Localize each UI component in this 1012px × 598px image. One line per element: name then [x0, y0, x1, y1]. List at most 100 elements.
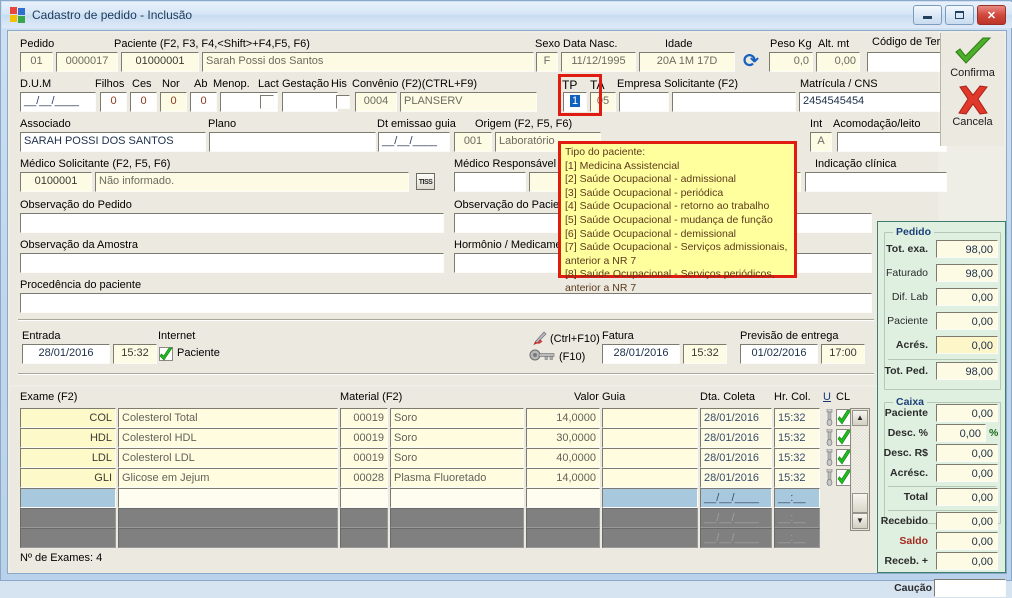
acres-value[interactable]: 0,00: [936, 336, 998, 354]
exam-cell-hora[interactable]: __:__: [774, 488, 820, 508]
pedido-serie-field[interactable]: 01: [20, 52, 53, 72]
entrada-hora-field[interactable]: 15:32: [113, 344, 157, 364]
refresh-icon[interactable]: ⟳: [743, 52, 759, 71]
plano-field[interactable]: [209, 132, 376, 152]
previsao-data-field[interactable]: 01/02/2016: [740, 344, 818, 364]
exam-cell-mat_code[interactable]: 00028: [340, 468, 388, 488]
entrada-data-field[interactable]: 28/01/2016: [22, 344, 110, 364]
sexo-field[interactable]: F: [536, 52, 558, 72]
exam-cell-guia[interactable]: [602, 468, 698, 488]
minimize-button[interactable]: [913, 5, 942, 25]
exam-cell-valor[interactable]: 30,0000: [526, 428, 600, 448]
desc-pct-value[interactable]: 0,00: [936, 424, 986, 442]
green-check-icon-internet[interactable]: [159, 347, 173, 361]
exam-cell-valor[interactable]: 14,0000: [526, 408, 600, 428]
close-button[interactable]: ✕: [977, 5, 1006, 25]
exam-cell-hora[interactable]: 15:32: [774, 428, 820, 448]
tp-field[interactable]: 1: [563, 92, 587, 112]
exam-cell-guia[interactable]: [602, 508, 698, 528]
exam-cell-exame[interactable]: Colesterol LDL: [118, 448, 338, 468]
exam-cell-code[interactable]: COL: [20, 408, 116, 428]
exam-cell-data[interactable]: __/__/____: [700, 508, 772, 528]
exam-cell-data[interactable]: 28/01/2016: [700, 468, 772, 488]
data-nascimento-field[interactable]: 11/12/1995: [561, 52, 636, 72]
scroll-up-icon[interactable]: ▲: [852, 410, 868, 426]
exam-cell-valor[interactable]: 14,0000: [526, 468, 600, 488]
exam-cell-valor[interactable]: [526, 508, 600, 528]
idade-field[interactable]: 20A 1M 17D: [639, 52, 735, 72]
tube-icon[interactable]: [824, 468, 836, 487]
exam-cell-code[interactable]: [20, 488, 116, 508]
exam-cell-mat_code[interactable]: 00019: [340, 428, 388, 448]
exam-cell-mat_code[interactable]: [340, 508, 388, 528]
pipette-icon[interactable]: [531, 331, 547, 349]
exam-cell-code[interactable]: HDL: [20, 428, 116, 448]
obs-amostra-field[interactable]: [20, 253, 444, 273]
tube-icon[interactable]: [824, 428, 836, 447]
paciente-nome-field[interactable]: Sarah Possi dos Santos: [202, 52, 534, 72]
convenio-codigo-field[interactable]: 0004: [355, 92, 397, 112]
saldo-value[interactable]: 0,00: [936, 532, 998, 550]
indicacao-clinica-field[interactable]: [805, 172, 947, 192]
exam-cell-mat_code[interactable]: [340, 488, 388, 508]
exam-cell-material[interactable]: Plasma Fluoretado: [390, 468, 524, 488]
exam-grid-scrollbar[interactable]: ▲ ▼: [850, 408, 870, 531]
ta-field[interactable]: 05: [590, 92, 616, 112]
fatura-data-field[interactable]: 28/01/2016: [602, 344, 680, 364]
scroll-down-icon[interactable]: ▼: [852, 513, 868, 529]
exam-cell-exame[interactable]: [118, 528, 338, 548]
tube-icon[interactable]: [824, 448, 836, 467]
peso-field[interactable]: 0,0: [769, 52, 813, 72]
exam-cell-code[interactable]: LDL: [20, 448, 116, 468]
exam-cell-hora[interactable]: 15:32: [774, 468, 820, 488]
gestacao-field[interactable]: [282, 92, 338, 112]
desc-rs-value[interactable]: 0,00: [936, 444, 998, 462]
exam-cell-mat_code[interactable]: [340, 528, 388, 548]
his-checkbox[interactable]: [336, 95, 350, 109]
tube-icon[interactable]: [824, 408, 836, 427]
exam-cell-guia[interactable]: [602, 528, 698, 548]
medico-solicitante-nome-field[interactable]: Não informado.: [95, 172, 409, 192]
exam-cell-data[interactable]: __/__/____: [700, 488, 772, 508]
exam-cell-mat_code[interactable]: 00019: [340, 408, 388, 428]
filhos-field[interactable]: 0: [100, 92, 127, 112]
paciente-codigo-field[interactable]: 01000001: [121, 52, 199, 72]
exam-cell-exame[interactable]: Colesterol HDL: [118, 428, 338, 448]
exam-cell-material[interactable]: [390, 508, 524, 528]
exam-cell-material[interactable]: Soro: [390, 428, 524, 448]
acresc-value[interactable]: 0,00: [936, 464, 998, 482]
obs-pedido-field[interactable]: [20, 213, 444, 233]
exam-cell-exame[interactable]: Glicose em Jejum: [118, 468, 338, 488]
exam-cell-material[interactable]: Soro: [390, 408, 524, 428]
codigo-terceiros-field[interactable]: [867, 52, 947, 72]
tot-ped-value[interactable]: 98,00: [936, 362, 998, 380]
exam-cell-hora[interactable]: 15:32: [774, 448, 820, 468]
maximize-button[interactable]: [945, 5, 974, 25]
exam-cell-exame[interactable]: Colesterol Total: [118, 408, 338, 428]
exam-cell-material[interactable]: Soro: [390, 448, 524, 468]
exam-cell-code[interactable]: [20, 528, 116, 548]
previsao-hora-field[interactable]: 17:00: [821, 344, 865, 364]
confirma-button[interactable]: Confirma: [941, 36, 1004, 79]
paciente-pedido-value[interactable]: 0,00: [936, 312, 998, 330]
exam-cell-data[interactable]: 28/01/2016: [700, 428, 772, 448]
exam-cell-mat_code[interactable]: 00019: [340, 448, 388, 468]
total-value[interactable]: 0,00: [936, 488, 998, 506]
exam-cell-code[interactable]: [20, 508, 116, 528]
receb-mais-value[interactable]: 0,00: [936, 552, 998, 570]
empresa-nome-field[interactable]: [672, 92, 796, 112]
exam-cell-exame[interactable]: [118, 488, 338, 508]
medico-solicitante-codigo-field[interactable]: 0100001: [20, 172, 92, 192]
caixa-paciente-value[interactable]: 0,00: [936, 404, 998, 422]
caucao-field[interactable]: [934, 579, 1006, 597]
tiss-badge-icon[interactable]: TISS: [416, 173, 435, 190]
exam-cell-data[interactable]: __/__/____: [700, 528, 772, 548]
tot-exa-value[interactable]: 98,00: [936, 240, 998, 258]
faturado-value[interactable]: 98,00: [936, 264, 998, 282]
exam-cell-guia[interactable]: [602, 408, 698, 428]
key-icon[interactable]: [529, 349, 557, 364]
ab-field[interactable]: 0: [190, 92, 217, 112]
associado-field[interactable]: SARAH POSSI DOS SANTOS: [20, 132, 206, 152]
exam-cell-data[interactable]: 28/01/2016: [700, 448, 772, 468]
exam-cell-valor[interactable]: 40,0000: [526, 448, 600, 468]
